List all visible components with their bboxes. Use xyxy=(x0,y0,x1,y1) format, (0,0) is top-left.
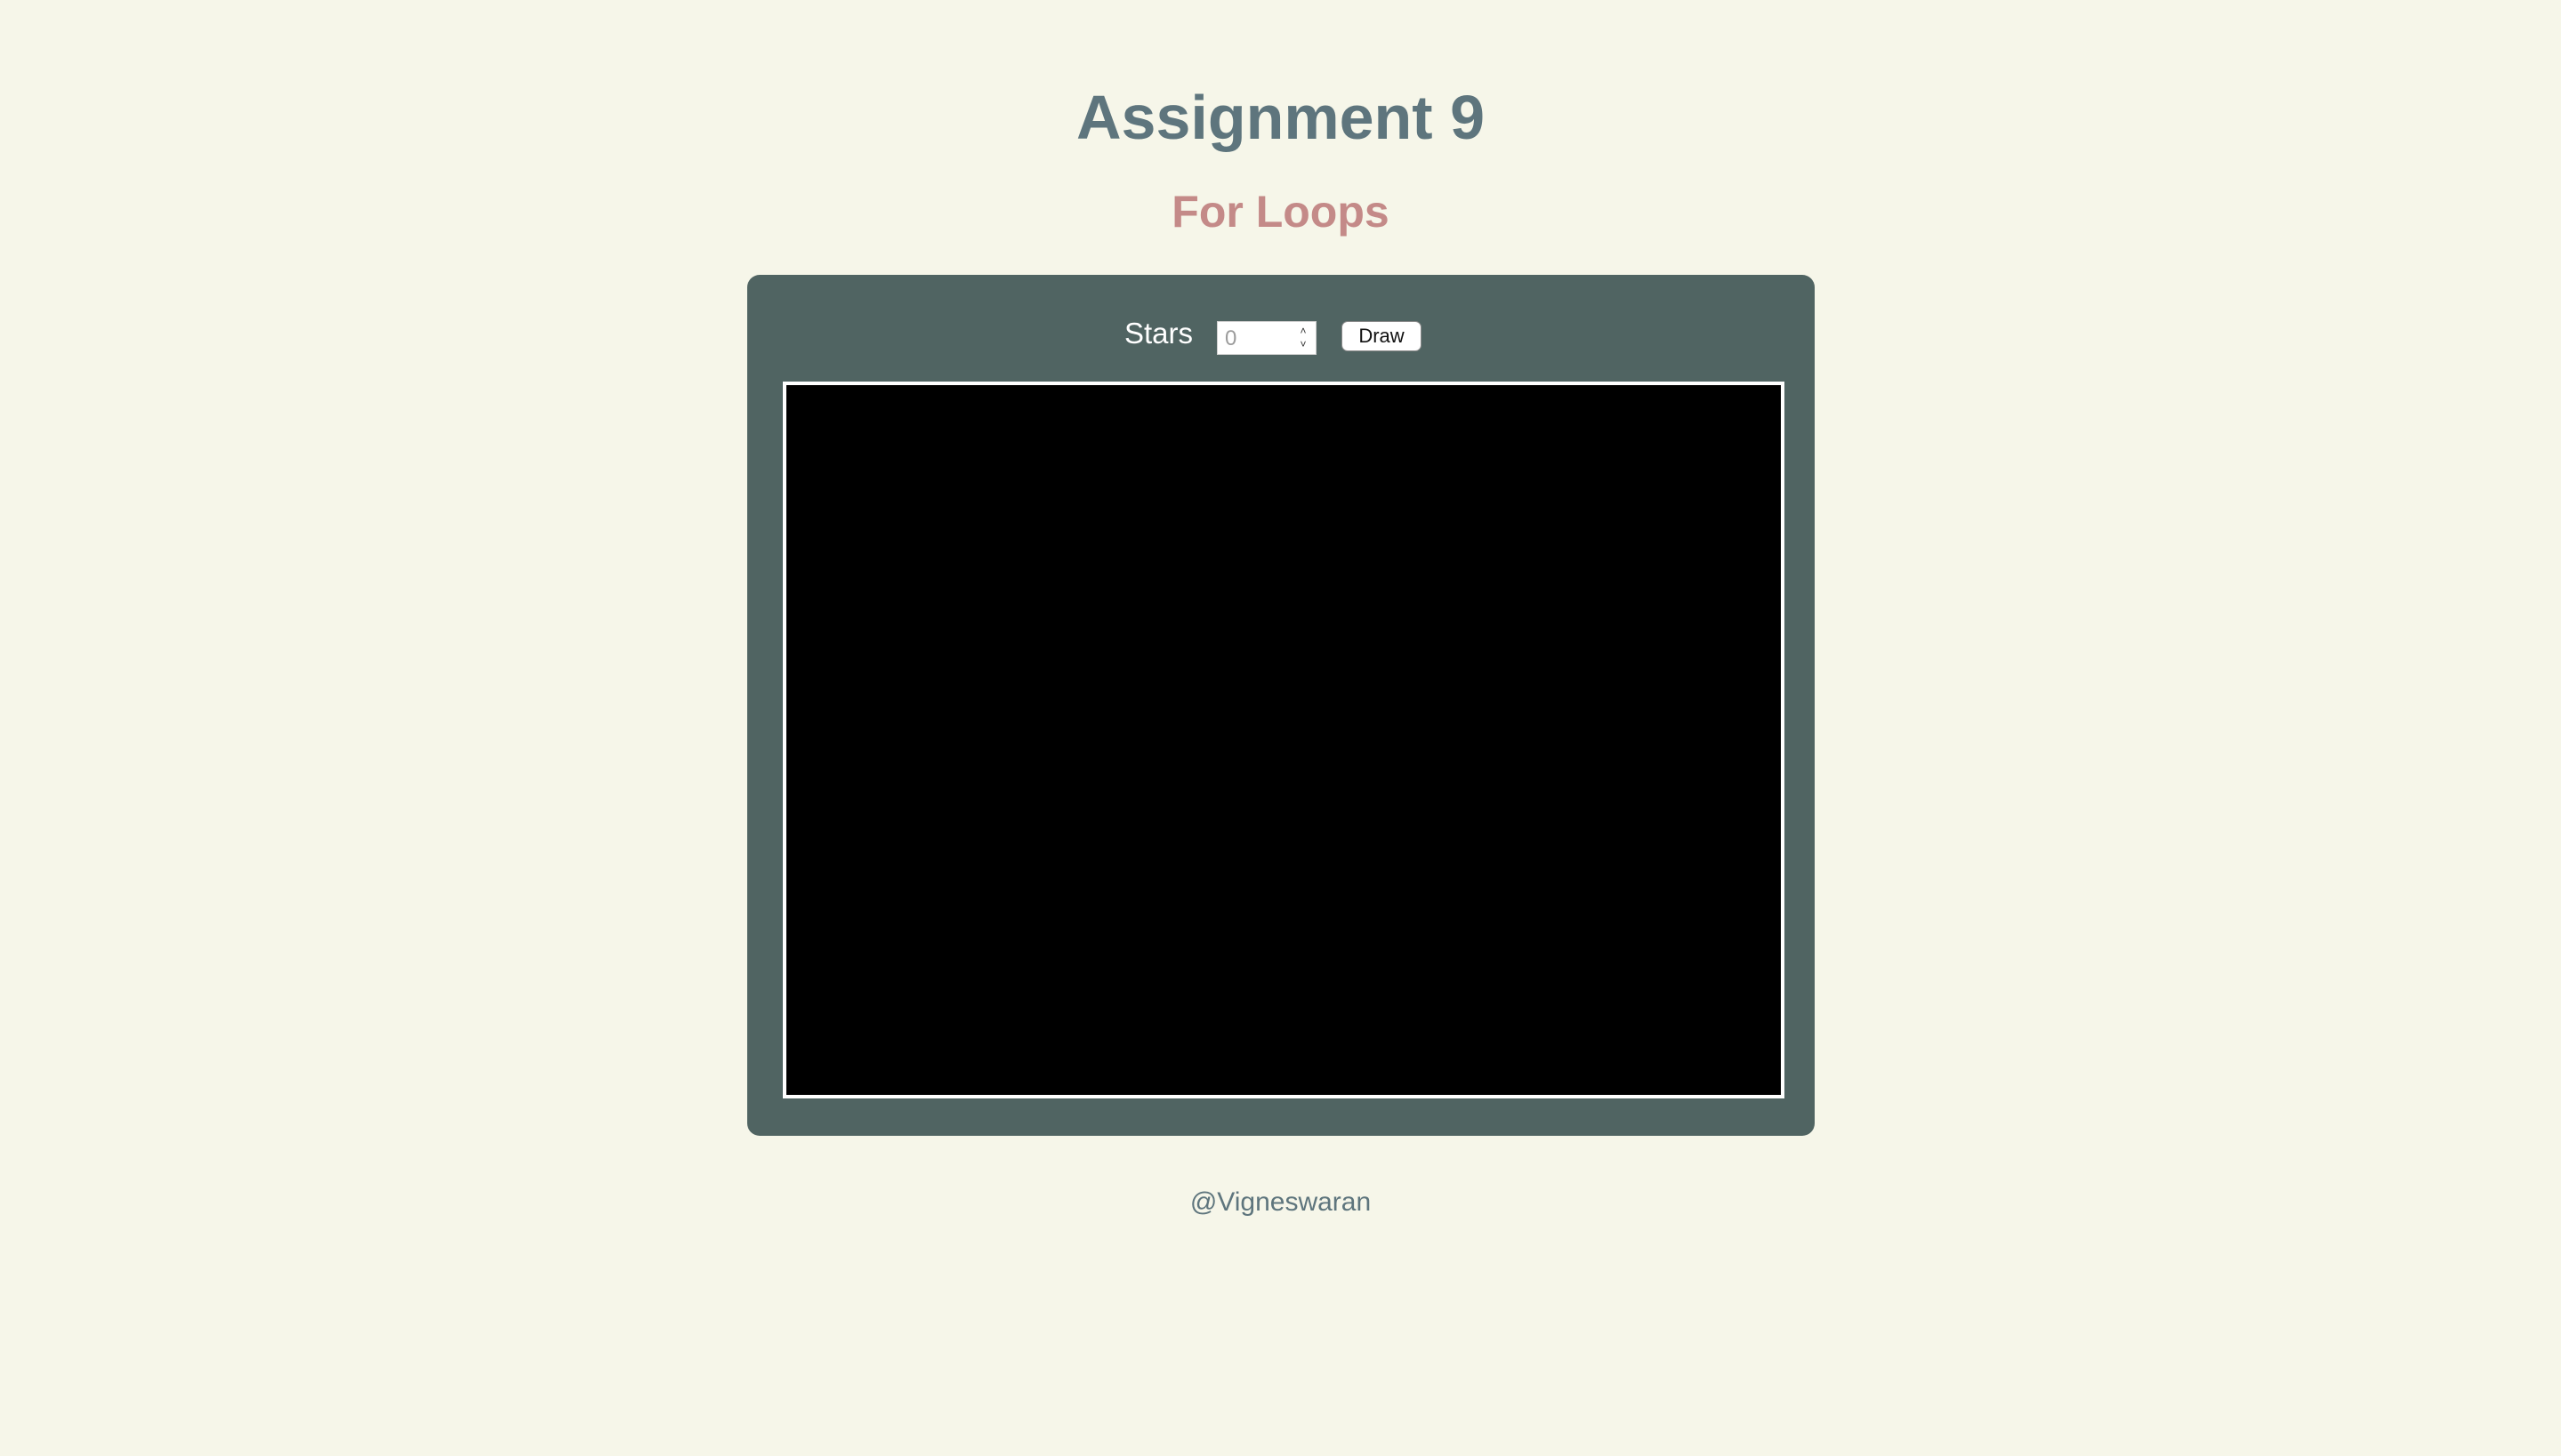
author-credit: @Vigneswaran xyxy=(1189,1187,1372,1217)
draw-button[interactable]: Draw xyxy=(1341,321,1421,351)
chevron-down-icon[interactable]: ˅ xyxy=(1296,338,1310,350)
stars-number-input[interactable]: 0 ˄ ˅ xyxy=(1217,321,1317,355)
drawing-panel: Stars 0 ˄ ˅ Draw xyxy=(747,275,1815,1136)
stars-input-placeholder[interactable]: 0 xyxy=(1225,326,1236,351)
page-title: Assignment 9 xyxy=(1076,83,1485,152)
chevron-up-icon[interactable]: ˄ xyxy=(1296,325,1310,337)
page: Assignment 9 For Loops Stars 0 ˄ ˅ Draw … xyxy=(0,0,2561,1456)
number-spinner[interactable]: ˄ ˅ xyxy=(1296,325,1310,351)
stars-label: Stars xyxy=(1124,317,1194,350)
controls-bar: Stars 0 ˄ ˅ Draw xyxy=(747,310,1815,360)
page-subtitle: For Loops xyxy=(1172,187,1389,237)
drawing-canvas[interactable] xyxy=(783,382,1784,1098)
